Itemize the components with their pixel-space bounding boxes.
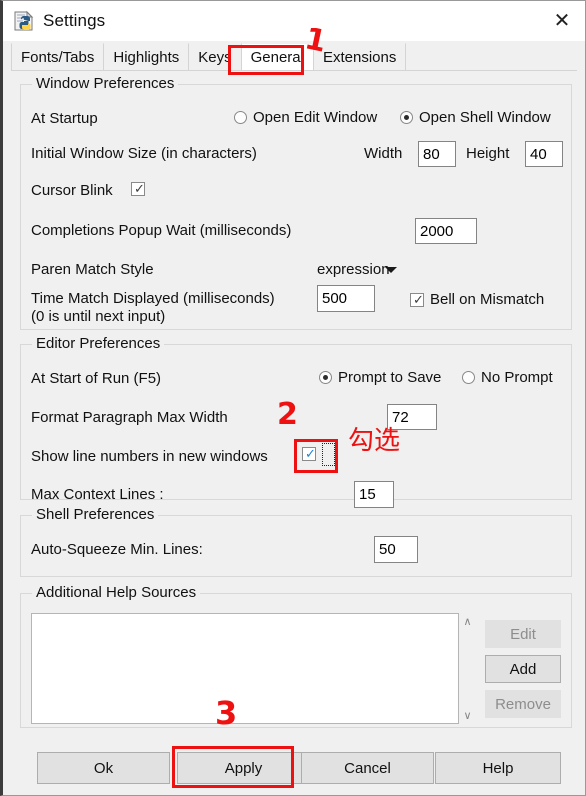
settings-content: Window Preferences At Startup Open Edit … [6, 72, 584, 794]
tab-fonts-tabs[interactable]: Fonts/Tabs [11, 43, 105, 71]
at-start-of-run-label: At Start of Run (F5) [31, 370, 162, 387]
show-line-numbers-label: Show line numbers in new windows [31, 448, 268, 465]
bell-on-mismatch-checkbox-box: ✓ [410, 292, 424, 307]
settings-dialog: Settings ✕ Fonts/Tabs Highlights Keys Ge… [0, 0, 586, 796]
max-context-lines-label: Max Context Lines : [31, 486, 164, 503]
help-sources-listbox[interactable] [31, 613, 459, 724]
time-match-label-line2: (0 is until next input) [31, 308, 166, 325]
bell-on-mismatch-label: Bell on Mismatch [430, 291, 545, 308]
radio-open-edit-window[interactable]: Open Edit Window [234, 109, 377, 126]
max-context-lines-input[interactable]: 15 [354, 481, 394, 508]
radio-open-shell-window-dot [400, 111, 413, 124]
title-bar: Settings ✕ [3, 1, 585, 41]
window-title: Settings [43, 11, 106, 30]
close-icon[interactable]: ✕ [539, 1, 585, 41]
tab-general[interactable]: General [240, 43, 314, 71]
format-paragraph-input[interactable]: 72 [387, 404, 437, 430]
tab-underline [11, 70, 577, 71]
height-input[interactable]: 40 [525, 141, 563, 167]
radio-no-prompt[interactable]: No Prompt [462, 369, 553, 386]
help-sources-scrollbar[interactable]: ∧ ∨ [459, 613, 476, 724]
initial-window-size-label: Initial Window Size (in characters) [31, 145, 257, 162]
shell-preferences-title: Shell Preferences [32, 506, 159, 523]
radio-open-edit-window-dot [234, 111, 247, 124]
radio-prompt-to-save-dot [319, 371, 332, 384]
ok-button[interactable]: Ok [37, 752, 170, 784]
focus-outline [322, 443, 335, 466]
cursor-blink-checkbox[interactable]: ✓ [131, 182, 151, 196]
python-idle-icon [13, 10, 35, 32]
help-button[interactable]: Help [435, 752, 561, 784]
cancel-button[interactable]: Cancel [301, 752, 434, 784]
editor-preferences-title: Editor Preferences [32, 335, 165, 352]
completions-popup-label: Completions Popup Wait (milliseconds) [31, 222, 292, 239]
time-match-input[interactable]: 500 [317, 285, 375, 312]
show-line-numbers-checkbox-box: ✓ [302, 447, 316, 461]
radio-open-edit-window-label: Open Edit Window [253, 109, 378, 126]
auto-squeeze-input[interactable]: 50 [374, 536, 418, 563]
radio-open-shell-window[interactable]: Open Shell Window [400, 109, 551, 126]
tab-strip: Fonts/Tabs Highlights Keys General Exten… [3, 41, 585, 71]
time-match-label-line1: Time Match Displayed (milliseconds) [31, 290, 275, 307]
completions-popup-input[interactable]: 2000 [415, 218, 477, 244]
remove-button[interactable]: Remove [485, 690, 561, 718]
paren-match-style-value[interactable]: expression [317, 261, 390, 278]
radio-prompt-to-save-label: Prompt to Save [338, 369, 442, 386]
paren-match-style-label: Paren Match Style [31, 261, 154, 278]
chevron-down-icon[interactable] [385, 267, 397, 273]
cursor-blink-checkbox-box: ✓ [131, 182, 145, 196]
tab-keys[interactable]: Keys [188, 43, 242, 71]
apply-button[interactable]: Apply [177, 752, 310, 784]
height-label: Height [466, 145, 510, 162]
edit-button[interactable]: Edit [485, 620, 561, 648]
radio-no-prompt-label: No Prompt [481, 369, 553, 386]
width-label: Width [364, 145, 403, 162]
width-input[interactable]: 80 [418, 141, 456, 167]
additional-help-sources-title: Additional Help Sources [32, 584, 201, 601]
auto-squeeze-label: Auto-Squeeze Min. Lines: [31, 541, 203, 558]
radio-no-prompt-dot [462, 371, 475, 384]
scroll-up-icon[interactable]: ∧ [459, 613, 476, 630]
tab-highlights[interactable]: Highlights [103, 43, 190, 71]
format-paragraph-label: Format Paragraph Max Width [31, 409, 228, 426]
radio-prompt-to-save[interactable]: Prompt to Save [319, 369, 441, 386]
cursor-blink-label: Cursor Blink [31, 182, 113, 199]
bell-on-mismatch-checkbox[interactable]: ✓ Bell on Mismatch [410, 291, 544, 308]
add-button[interactable]: Add [485, 655, 561, 683]
radio-open-shell-window-label: Open Shell Window [419, 109, 551, 126]
scroll-down-icon[interactable]: ∨ [459, 707, 476, 724]
at-startup-label: At Startup [31, 110, 98, 127]
show-line-numbers-checkbox[interactable]: ✓ [302, 447, 322, 461]
window-preferences-title: Window Preferences [32, 75, 179, 92]
tab-extensions[interactable]: Extensions [312, 43, 407, 71]
